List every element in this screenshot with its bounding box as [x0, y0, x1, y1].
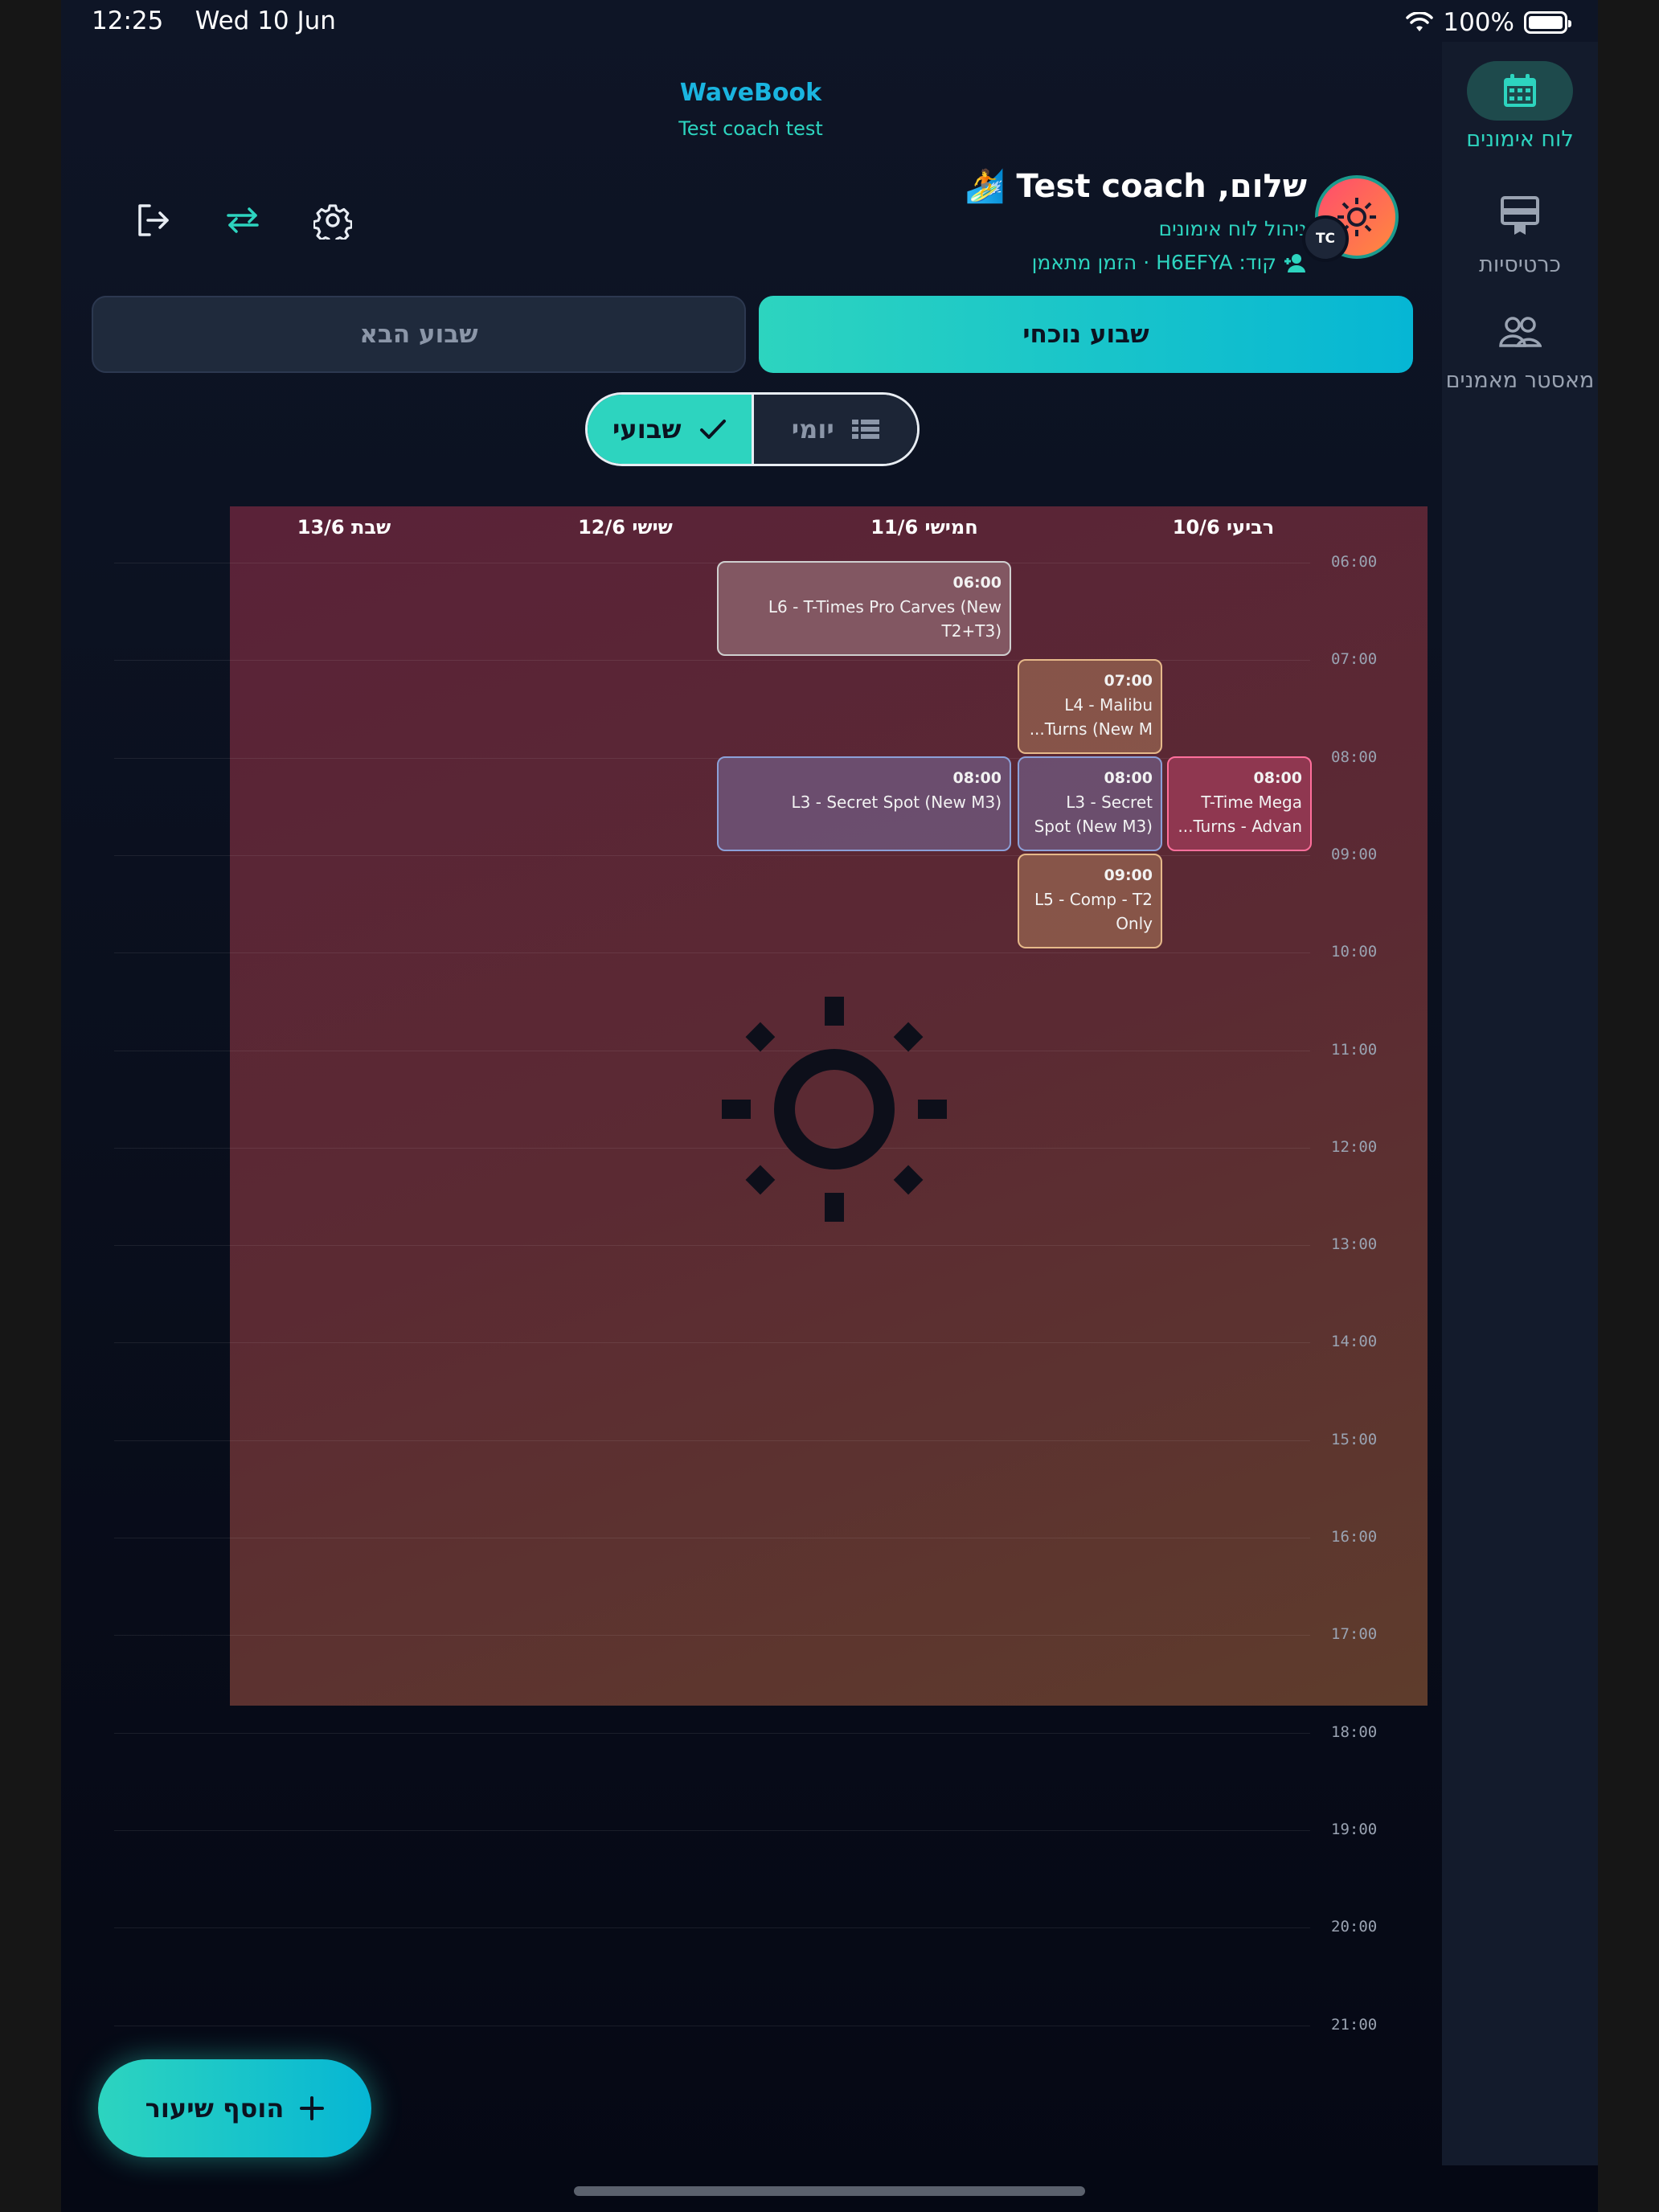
greeting-title: שלום, Test coach 🏄	[965, 168, 1307, 205]
toggle-weekly[interactable]: שבועי	[588, 395, 752, 464]
hour-label: 12:00	[1331, 1137, 1378, 1156]
event-title: L3 - Secret Spot (New M3)	[791, 793, 1002, 812]
day-header-wed: רביעי 10/6	[1172, 516, 1275, 539]
event-title: L4 - Malibu Turns (New M...	[1029, 695, 1153, 739]
day-header-sat: שבת 13/6	[297, 516, 391, 539]
hour-label: 20:00	[1331, 1918, 1378, 1936]
event-title: T-Time Mega Turns - Advan...	[1178, 793, 1302, 836]
hour-gridline	[114, 1440, 1310, 1441]
event-card[interactable]: 07:00 L4 - Malibu Turns (New M...	[1018, 659, 1162, 754]
battery-icon	[1524, 11, 1571, 34]
weather-sun-icon	[722, 997, 947, 1222]
role-subtitle: ניהול לוח אימונים	[1158, 217, 1308, 240]
sidebar-label: מאסטר מאמנים	[1445, 368, 1595, 393]
week-calendar: 06:00 07:00 08:00 09:00 10:00 11:00 12:00 13:00…	[61, 505, 1440, 2112]
logout-icon	[138, 204, 169, 236]
event-title: L3 - Secret Spot (New M3)	[1034, 793, 1153, 836]
sidebar-item-cards[interactable]: כרטיסיות	[1442, 186, 1598, 277]
calendar-icon	[1504, 74, 1536, 107]
list-icon	[851, 420, 879, 439]
card-icon	[1501, 196, 1539, 235]
event-title: L6 - T-Times Pro Carves (New T2+T3)	[768, 597, 1002, 641]
hour-gridline	[114, 952, 1310, 954]
event-time: 08:00	[1104, 769, 1153, 787]
sidebar-pill	[1467, 302, 1573, 362]
event-card[interactable]: 06:00 L6 - T-Times Pro Carves (New T2+T3…	[717, 561, 1011, 656]
event-time: 07:00	[1104, 672, 1153, 690]
event-time: 08:00	[952, 769, 1002, 787]
logout-button[interactable]	[130, 198, 175, 243]
event-time: 06:00	[952, 574, 1002, 592]
people-icon	[1499, 317, 1542, 347]
hour-gridline	[114, 1927, 1310, 1929]
sidebar-item-schedule[interactable]: לוח אימונים	[1442, 61, 1598, 152]
sidebar-pill	[1467, 186, 1573, 246]
add-person-icon	[1284, 253, 1305, 272]
hour-gridline	[114, 1732, 1310, 1734]
plus-icon	[300, 2096, 325, 2120]
event-card[interactable]: 08:00 L3 - Secret Spot (New M3)	[1018, 756, 1162, 851]
add-lesson-label: הוסף שיעור	[145, 2093, 285, 2124]
sidebar: לוח אימונים כרטיסיות מאסטר מאמנים	[1442, 42, 1598, 2165]
event-card[interactable]: 09:00 L5 - Comp - T2 Only	[1018, 854, 1162, 948]
event-time: 09:00	[1104, 866, 1153, 884]
tab-next-week[interactable]: שבוע הבא	[92, 296, 746, 373]
hour-label: 19:00	[1331, 1820, 1378, 1838]
day-header-fri: שישי 12/6	[578, 516, 673, 539]
status-time: 12:25 Wed 10 Jun	[92, 6, 336, 35]
status-clock: 12:25	[92, 6, 164, 35]
hour-label: 18:00	[1331, 1722, 1378, 1741]
switch-role-button[interactable]	[220, 198, 265, 243]
day-header-thu: חמישי 11/6	[870, 516, 978, 539]
status-date: Wed 10 Jun	[195, 6, 336, 35]
app-frame: 12:25 Wed 10 Jun 100% WaveBook Test coac…	[61, 0, 1598, 2212]
hour-label: 17:00	[1331, 1625, 1378, 1644]
hour-label: 10:00	[1331, 943, 1378, 961]
event-time: 08:00	[1253, 769, 1302, 787]
invite-code-line[interactable]: קוד: H6EFYA · הזמן מתאמן	[1032, 251, 1307, 274]
hour-label: 07:00	[1331, 650, 1378, 669]
avatar-initials: TC	[1302, 215, 1349, 262]
sidebar-item-trainers[interactable]: מאסטר מאמנים	[1442, 302, 1598, 393]
hour-label: 13:00	[1331, 1235, 1378, 1254]
event-card[interactable]: 08:00 T-Time Mega Turns - Advan...	[1167, 756, 1312, 851]
hour-gridline	[114, 1635, 1310, 1636]
brand-subtitle: Test coach test	[678, 117, 823, 140]
toggle-weekly-label: שבועי	[612, 414, 682, 444]
gear-icon	[313, 204, 352, 240]
wifi-icon	[1406, 12, 1434, 31]
sidebar-label: כרטיסיות	[1479, 252, 1561, 277]
hour-label: 06:00	[1331, 553, 1378, 571]
hour-label: 11:00	[1331, 1040, 1378, 1059]
toggle-daily[interactable]: יומי	[751, 395, 917, 464]
battery-percent: 100%	[1443, 8, 1514, 37]
hour-label: 15:00	[1331, 1430, 1378, 1448]
event-card[interactable]: 08:00 L3 - Secret Spot (New M3)	[717, 756, 1011, 851]
hour-gridline	[114, 1342, 1310, 1344]
sidebar-label: לוח אימונים	[1466, 127, 1574, 152]
check-icon	[699, 420, 726, 439]
swap-icon	[227, 207, 259, 233]
battery-fill	[1529, 16, 1563, 29]
event-title: L5 - Comp - T2 Only	[1034, 890, 1153, 933]
add-lesson-button[interactable]: הוסף שיעור	[98, 2059, 371, 2157]
invite-code-text: קוד: H6EFYA · הזמן מתאמן	[1031, 251, 1276, 274]
hour-gridline	[114, 1829, 1310, 1831]
tab-current-week[interactable]: שבוע נוכחי	[759, 296, 1413, 373]
hour-gridline	[114, 1147, 1310, 1149]
brand-title: WaveBook	[679, 79, 822, 107]
settings-button[interactable]	[310, 198, 355, 243]
home-indicator[interactable]	[574, 2186, 1085, 2196]
sidebar-pill	[1467, 61, 1573, 121]
hour-label: 16:00	[1331, 1528, 1378, 1546]
hour-label: 14:00	[1331, 1333, 1378, 1351]
hour-label: 09:00	[1331, 845, 1378, 863]
hour-gridline	[114, 1245, 1310, 1247]
status-indicators: 100%	[1406, 8, 1571, 37]
hour-label: 21:00	[1331, 2015, 1378, 2034]
view-toggle: שבועי יומי	[585, 392, 920, 466]
hour-label: 08:00	[1331, 748, 1378, 766]
toggle-daily-label: יומי	[791, 414, 834, 444]
